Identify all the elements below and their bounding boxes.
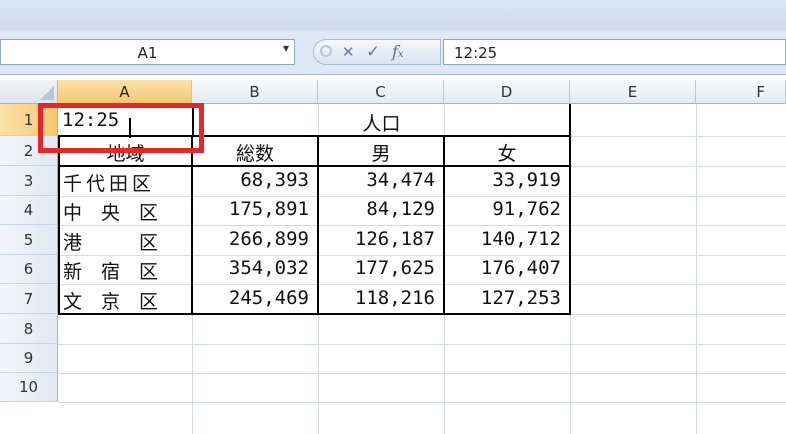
cell-a3[interactable]: 千代田区	[63, 169, 191, 195]
name-box-dropdown-icon[interactable]: ▾	[283, 41, 289, 55]
cell-d3[interactable]: 33,919	[445, 169, 569, 195]
cell-a4[interactable]: 中 央 区	[63, 198, 191, 224]
gridline	[58, 196, 786, 197]
column-header-b[interactable]: B	[192, 80, 318, 104]
enter-icon[interactable]: ✓	[366, 42, 380, 62]
gridline	[58, 225, 786, 226]
cell-b6[interactable]: 354,032	[193, 257, 317, 283]
column-header-c[interactable]: C	[318, 80, 444, 104]
cell-c7[interactable]: 118,216	[319, 287, 443, 313]
gridline	[58, 344, 786, 345]
cell-b1[interactable]: 人口	[194, 109, 569, 135]
gridline	[58, 284, 786, 285]
cell-a6[interactable]: 新 宿 区	[63, 257, 191, 283]
cell-d2[interactable]: 女	[445, 139, 569, 165]
cell-b3[interactable]: 68,393	[193, 169, 317, 195]
cell-b2[interactable]: 総数	[193, 139, 317, 165]
cell-c5[interactable]: 126,187	[319, 228, 443, 254]
select-all-triangle-icon	[40, 86, 54, 100]
table-border	[58, 313, 571, 315]
name-box-value: A1	[137, 44, 158, 62]
row-header-8[interactable]: 8	[0, 314, 58, 344]
row-header-6[interactable]: 6	[0, 255, 58, 284]
row-header-9[interactable]: 9	[0, 344, 58, 373]
formula-content: 12:25	[454, 44, 498, 62]
cell-d6[interactable]: 176,407	[445, 257, 569, 283]
formula-buttons: ✕ ✓ fx	[313, 39, 441, 65]
cell-c6[interactable]: 177,625	[319, 257, 443, 283]
cell-d7[interactable]: 127,253	[445, 287, 569, 313]
cell-d5[interactable]: 140,712	[445, 228, 569, 254]
cell-a5[interactable]: 港 区	[63, 228, 191, 254]
gridline	[58, 402, 786, 403]
select-all-button[interactable]	[0, 80, 58, 104]
row-header-7[interactable]: 7	[0, 284, 58, 314]
name-box[interactable]: A1	[0, 39, 295, 65]
row-header-4[interactable]: 4	[0, 196, 58, 225]
ribbon-bottom-band	[0, 0, 786, 31]
cell-c2[interactable]: 男	[319, 139, 443, 165]
cancel-icon[interactable]: ✕	[342, 43, 355, 61]
table-border	[58, 165, 571, 167]
fx-sub: x	[397, 49, 404, 60]
row-header-10[interactable]: 10	[0, 373, 58, 402]
formula-input[interactable]: 12:25	[443, 39, 786, 65]
column-header-d[interactable]: D	[444, 80, 570, 104]
cell-b7[interactable]: 245,469	[193, 287, 317, 313]
cell-c4[interactable]: 84,129	[319, 198, 443, 224]
insert-function-icon[interactable]: fx	[392, 42, 404, 61]
column-header-f[interactable]: F	[696, 80, 786, 104]
cell-b5[interactable]: 266,899	[193, 228, 317, 254]
formula-bar: A1 ▾ ✕ ✓ fx 12:25	[0, 30, 786, 75]
cell-a7[interactable]: 文 京 区	[63, 287, 191, 313]
cell-d4[interactable]: 91,762	[445, 198, 569, 224]
column-header-e[interactable]: E	[570, 80, 696, 104]
formula-bar-grip-icon[interactable]	[320, 45, 332, 57]
cell-c3[interactable]: 34,474	[319, 169, 443, 195]
cell-b4[interactable]: 175,891	[193, 198, 317, 224]
row-header-3[interactable]: 3	[0, 166, 58, 196]
column-header-a[interactable]: A	[58, 80, 192, 104]
gridline	[696, 104, 697, 434]
gridline	[58, 373, 786, 374]
row-header-5[interactable]: 5	[0, 225, 58, 255]
gridline	[58, 255, 786, 256]
annotation-highlight-box	[38, 103, 204, 153]
